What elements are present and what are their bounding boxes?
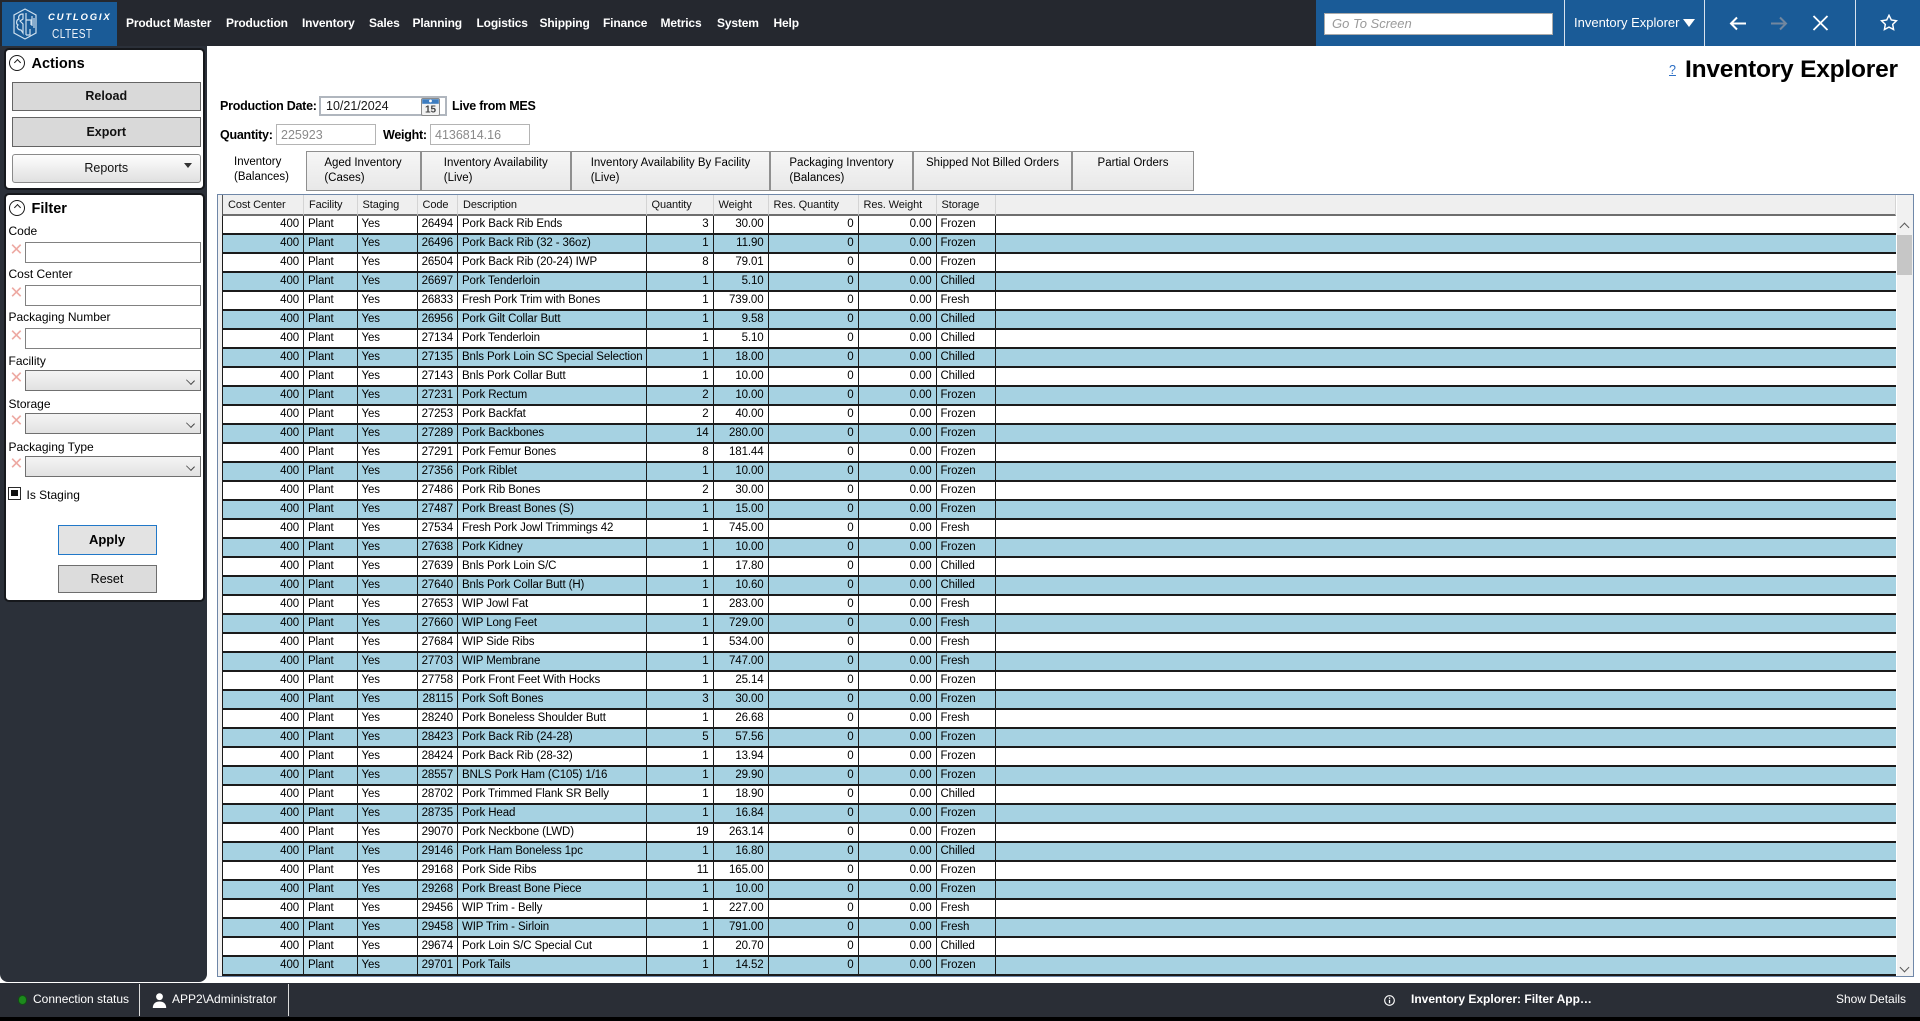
- svg-text:15: 15: [424, 104, 436, 115]
